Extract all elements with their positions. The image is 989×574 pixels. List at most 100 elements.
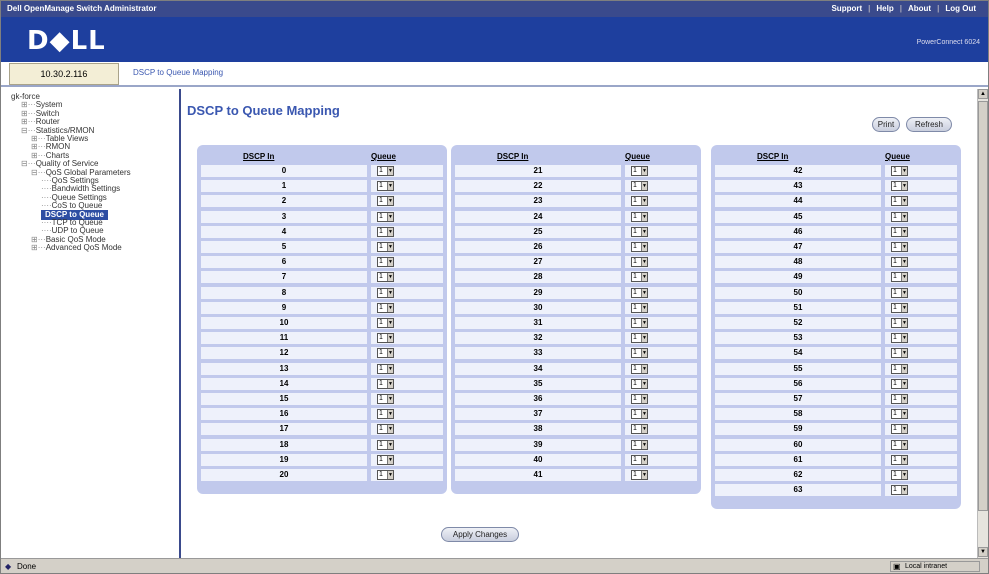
queue-select[interactable]: 1 ▼	[631, 287, 648, 298]
dropdown-arrow-icon[interactable]: ▼	[901, 440, 907, 449]
dropdown-arrow-icon[interactable]: ▼	[901, 334, 907, 343]
queue-select[interactable]: 1 ▼	[377, 333, 394, 344]
dropdown-arrow-icon[interactable]: ▼	[387, 349, 393, 358]
queue-select[interactable]: 1 ▼	[631, 272, 648, 283]
queue-select[interactable]: 1 ▼	[377, 394, 394, 404]
dropdown-arrow-icon[interactable]: ▼	[641, 425, 647, 434]
dropdown-arrow-icon[interactable]: ▼	[387, 227, 393, 236]
dropdown-arrow-icon[interactable]: ▼	[387, 319, 393, 327]
queue-select[interactable]: 1 ▼	[891, 424, 908, 435]
queue-select[interactable]: 1 ▼	[631, 470, 648, 480]
dropdown-arrow-icon[interactable]: ▼	[901, 364, 907, 373]
queue-select[interactable]: 1 ▼	[377, 424, 394, 435]
dropdown-arrow-icon[interactable]: ▼	[641, 471, 647, 479]
vertical-scrollbar[interactable]: ▲ ▼	[977, 89, 988, 558]
queue-select[interactable]: 1 ▼	[377, 181, 394, 192]
dropdown-arrow-icon[interactable]: ▼	[387, 273, 393, 282]
dropdown-arrow-icon[interactable]: ▼	[387, 167, 393, 175]
queue-select[interactable]: 1 ▼	[377, 378, 394, 389]
queue-select[interactable]: 1 ▼	[891, 257, 908, 268]
queue-select[interactable]: 1 ▼	[631, 348, 648, 359]
queue-select[interactable]: 1 ▼	[631, 302, 648, 313]
tree-expander-icon[interactable]: ⊞···	[31, 243, 46, 252]
dropdown-arrow-icon[interactable]: ▼	[901, 197, 907, 206]
queue-select[interactable]: 1 ▼	[631, 242, 648, 252]
dropdown-arrow-icon[interactable]: ▼	[641, 288, 647, 297]
dropdown-arrow-icon[interactable]: ▼	[901, 167, 907, 175]
dropdown-arrow-icon[interactable]: ▼	[387, 243, 393, 251]
refresh-button[interactable]: Refresh	[906, 117, 952, 132]
queue-select[interactable]: 1 ▼	[377, 302, 394, 313]
dropdown-arrow-icon[interactable]: ▼	[641, 258, 647, 267]
queue-select[interactable]: 1 ▼	[631, 226, 648, 237]
sidebar-item[interactable]: ⊞···Advanced QoS Mode	[31, 243, 122, 253]
queue-select[interactable]: 1 ▼	[377, 272, 394, 283]
queue-select[interactable]: 1 ▼	[891, 485, 908, 496]
support-link[interactable]: Support	[825, 4, 868, 13]
dropdown-arrow-icon[interactable]: ▼	[641, 243, 647, 251]
queue-select[interactable]: 1 ▼	[891, 272, 908, 283]
queue-select[interactable]: 1 ▼	[891, 287, 908, 298]
queue-select[interactable]: 1 ▼	[377, 211, 394, 222]
queue-select[interactable]: 1 ▼	[631, 318, 648, 328]
dropdown-arrow-icon[interactable]: ▼	[387, 440, 393, 449]
queue-select[interactable]: 1 ▼	[377, 363, 394, 374]
print-button[interactable]: Print	[872, 117, 900, 132]
dropdown-arrow-icon[interactable]: ▼	[387, 379, 393, 388]
queue-select[interactable]: 1 ▼	[377, 242, 394, 252]
dropdown-arrow-icon[interactable]: ▼	[901, 425, 907, 434]
dropdown-arrow-icon[interactable]: ▼	[641, 319, 647, 327]
dropdown-arrow-icon[interactable]: ▼	[641, 455, 647, 464]
dropdown-arrow-icon[interactable]: ▼	[387, 410, 393, 419]
dropdown-arrow-icon[interactable]: ▼	[387, 395, 393, 403]
dropdown-arrow-icon[interactable]: ▼	[387, 182, 393, 191]
queue-select[interactable]: 1 ▼	[891, 470, 908, 480]
queue-select[interactable]: 1 ▼	[891, 181, 908, 192]
dropdown-arrow-icon[interactable]: ▼	[641, 212, 647, 221]
dropdown-arrow-icon[interactable]: ▼	[641, 167, 647, 175]
dropdown-arrow-icon[interactable]: ▼	[387, 471, 393, 479]
scroll-down-icon[interactable]: ▼	[978, 547, 988, 557]
dropdown-arrow-icon[interactable]: ▼	[641, 440, 647, 449]
queue-select[interactable]: 1 ▼	[377, 470, 394, 480]
queue-select[interactable]: 1 ▼	[891, 211, 908, 222]
dropdown-arrow-icon[interactable]: ▼	[901, 410, 907, 419]
dropdown-arrow-icon[interactable]: ▼	[387, 288, 393, 297]
dropdown-arrow-icon[interactable]: ▼	[901, 319, 907, 327]
queue-select[interactable]: 1 ▼	[377, 454, 394, 465]
dropdown-arrow-icon[interactable]: ▼	[641, 379, 647, 388]
dropdown-arrow-icon[interactable]: ▼	[901, 273, 907, 282]
queue-select[interactable]: 1 ▼	[631, 181, 648, 192]
logout-link[interactable]: Log Out	[939, 4, 982, 13]
queue-select[interactable]: 1 ▼	[631, 454, 648, 465]
dropdown-arrow-icon[interactable]: ▼	[387, 303, 393, 312]
queue-select[interactable]: 1 ▼	[891, 394, 908, 404]
queue-select[interactable]: 1 ▼	[631, 378, 648, 389]
queue-select[interactable]: 1 ▼	[891, 454, 908, 465]
scroll-thumb[interactable]	[978, 101, 988, 511]
dropdown-arrow-icon[interactable]: ▼	[641, 273, 647, 282]
dropdown-arrow-icon[interactable]: ▼	[387, 197, 393, 206]
queue-select[interactable]: 1 ▼	[891, 302, 908, 313]
dropdown-arrow-icon[interactable]: ▼	[901, 303, 907, 312]
dropdown-arrow-icon[interactable]: ▼	[641, 410, 647, 419]
queue-select[interactable]: 1 ▼	[891, 242, 908, 252]
queue-select[interactable]: 1 ▼	[631, 211, 648, 222]
dropdown-arrow-icon[interactable]: ▼	[387, 334, 393, 343]
dropdown-arrow-icon[interactable]: ▼	[901, 395, 907, 403]
queue-select[interactable]: 1 ▼	[891, 333, 908, 344]
about-link[interactable]: About	[902, 4, 937, 13]
dropdown-arrow-icon[interactable]: ▼	[641, 182, 647, 191]
queue-select[interactable]: 1 ▼	[891, 409, 908, 420]
queue-select[interactable]: 1 ▼	[891, 348, 908, 359]
dropdown-arrow-icon[interactable]: ▼	[641, 364, 647, 373]
dropdown-arrow-icon[interactable]: ▼	[901, 227, 907, 236]
dropdown-arrow-icon[interactable]: ▼	[901, 243, 907, 251]
dropdown-arrow-icon[interactable]: ▼	[387, 258, 393, 267]
dropdown-arrow-icon[interactable]: ▼	[901, 182, 907, 191]
scroll-up-icon[interactable]: ▲	[978, 89, 988, 99]
dropdown-arrow-icon[interactable]: ▼	[641, 227, 647, 236]
queue-select[interactable]: 1 ▼	[377, 166, 394, 176]
queue-select[interactable]: 1 ▼	[631, 166, 648, 176]
queue-select[interactable]: 1 ▼	[377, 257, 394, 268]
